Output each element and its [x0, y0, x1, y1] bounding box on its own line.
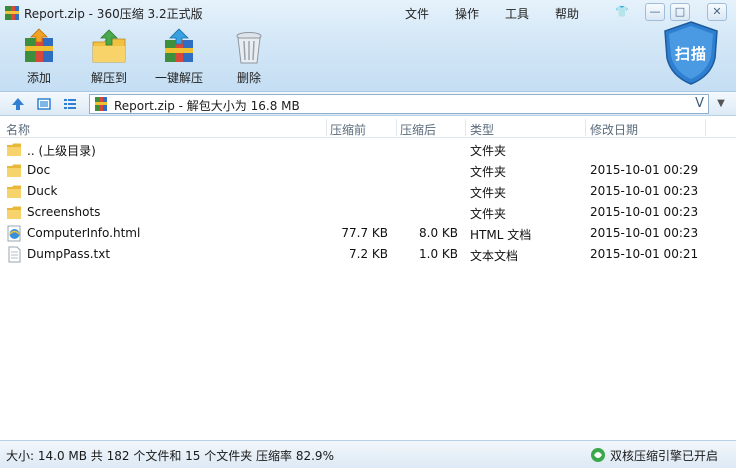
add-archive-icon	[25, 28, 53, 62]
table-row[interactable]: .. (上级目录) 文件夹	[0, 139, 736, 160]
column-compressed-size[interactable]: 压缩后	[400, 121, 436, 138]
column-type[interactable]: 类型	[470, 121, 494, 138]
file-type: 文件夹	[470, 186, 507, 200]
modified-date: 2015-10-01 00:21	[590, 247, 699, 261]
file-name: ComputerInfo.html	[27, 226, 141, 240]
modified-date: 2015-10-01 00:23	[590, 226, 699, 240]
add-button[interactable]: 添加	[4, 28, 74, 86]
table-row[interactable]: Screenshots 文件夹 2015-10-01 00:23	[0, 202, 736, 223]
menu-file[interactable]: 文件	[405, 5, 429, 22]
address-dropdown-button[interactable]: ▼	[711, 94, 731, 114]
dual-core-text: 双核压缩引擎已开启	[610, 449, 719, 463]
file-type: 文件夹	[470, 144, 507, 158]
original-size: 77.7 KB	[341, 226, 388, 240]
address-row: Report.zip - 解包大小为 16.8 MB V ▼	[0, 92, 736, 116]
file-type: 文件夹	[470, 207, 507, 221]
maximize-button[interactable]: □	[670, 3, 690, 21]
column-name[interactable]: 名称	[6, 121, 30, 138]
zip-file-icon	[95, 97, 107, 111]
folder-icon	[7, 206, 21, 219]
table-row[interactable]: ComputerInfo.html 77.7 KB 8.0 KB HTML 文档…	[0, 223, 736, 244]
file-name: DumpPass.txt	[27, 247, 111, 261]
column-divider[interactable]	[705, 119, 706, 136]
skin-icon[interactable]: 👕	[612, 3, 632, 21]
list-view-icon[interactable]	[62, 96, 78, 112]
delete-button[interactable]: 删除	[214, 28, 284, 86]
html-file-icon	[7, 225, 21, 242]
menu-tools[interactable]: 工具	[505, 5, 529, 22]
address-bar[interactable]: Report.zip - 解包大小为 16.8 MB V	[89, 94, 709, 114]
extract-to-button[interactable]: 解压到	[74, 28, 144, 86]
extract-folder-icon	[92, 29, 126, 63]
trash-icon	[236, 32, 262, 64]
compressed-size: 1.0 KB	[419, 247, 458, 261]
text-file-icon	[8, 246, 21, 263]
engine-icon	[591, 448, 605, 462]
table-row[interactable]: Doc 文件夹 2015-10-01 00:29	[0, 160, 736, 181]
folder-icon	[7, 185, 21, 198]
thumbnail-view-icon[interactable]	[36, 96, 52, 112]
title-and-toolbar: Report.zip - 360压缩 3.2正式版 文件 操作 工具 帮助 👕 …	[0, 0, 736, 92]
window-title: Report.zip - 360压缩 3.2正式版	[24, 7, 203, 21]
scan-button[interactable]: 扫描	[662, 20, 720, 86]
column-divider[interactable]	[326, 119, 327, 136]
one-click-extract-label: 一键解压	[154, 71, 203, 85]
archive-window: Report.zip - 360压缩 3.2正式版 文件 操作 工具 帮助 👕 …	[0, 0, 736, 468]
extract-to-label: 解压到	[90, 71, 127, 85]
scan-label: 扫描	[674, 45, 707, 63]
file-name: Screenshots	[27, 205, 101, 219]
file-type: 文本文档	[470, 249, 519, 263]
menu-operation[interactable]: 操作	[455, 5, 479, 22]
table-row[interactable]: DumpPass.txt 7.2 KB 1.0 KB 文本文档 2015-10-…	[0, 244, 736, 265]
column-divider[interactable]	[585, 119, 586, 136]
file-list: .. (上级目录) 文件夹 Doc 文件夹 2015-10-01 00:29 D…	[0, 139, 736, 437]
column-original-size[interactable]: 压缩前	[330, 121, 366, 138]
file-name: Doc	[27, 163, 51, 177]
minimize-button[interactable]: —	[645, 3, 665, 21]
file-name: .. (上级目录)	[27, 144, 96, 158]
folder-icon	[7, 143, 21, 156]
original-size: 7.2 KB	[349, 247, 388, 261]
column-modified-date[interactable]: 修改日期	[590, 121, 638, 138]
menu-help[interactable]: 帮助	[555, 5, 579, 22]
address-text: Report.zip - 解包大小为 16.8 MB	[114, 99, 300, 113]
folder-icon	[7, 164, 21, 177]
dual-core-engine-indicator[interactable]: 双核压缩引擎已开启	[590, 446, 736, 464]
address-v-icon[interactable]: V	[695, 96, 704, 111]
modified-date: 2015-10-01 00:23	[590, 184, 699, 198]
column-header-row: 名称 压缩前 压缩后 类型 修改日期	[0, 117, 736, 138]
one-click-extract-button[interactable]: 一键解压	[144, 28, 214, 86]
modified-date: 2015-10-01 00:23	[590, 205, 699, 219]
table-row[interactable]: Duck 文件夹 2015-10-01 00:23	[0, 181, 736, 202]
modified-date: 2015-10-01 00:29	[590, 163, 699, 177]
add-label: 添加	[26, 71, 51, 85]
file-type: 文件夹	[470, 165, 507, 179]
file-name: Duck	[27, 184, 58, 198]
column-divider[interactable]	[396, 119, 397, 136]
status-bar: 大小: 14.0 MB 共 182 个文件和 15 个文件夹 压缩率 82.9%…	[0, 440, 736, 468]
close-button[interactable]: ✕	[707, 3, 727, 21]
delete-label: 删除	[236, 71, 261, 85]
compressed-size: 8.0 KB	[419, 226, 458, 240]
status-summary: 大小: 14.0 MB 共 182 个文件和 15 个文件夹 压缩率 82.9%	[6, 449, 334, 463]
column-divider[interactable]	[465, 119, 466, 136]
one-click-extract-icon	[165, 28, 193, 62]
up-arrow-icon[interactable]	[10, 96, 26, 112]
file-type: HTML 文档	[470, 228, 532, 242]
archive-app-icon	[5, 6, 19, 20]
